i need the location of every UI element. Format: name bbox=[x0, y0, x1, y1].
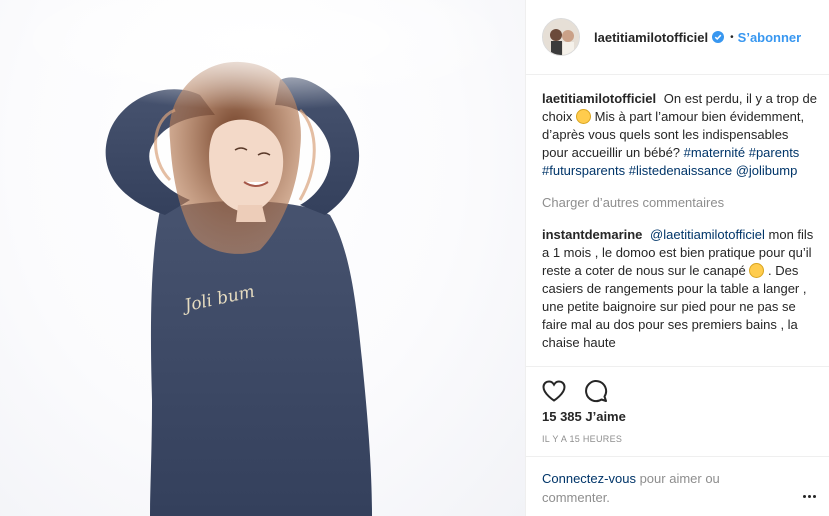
caption-username[interactable]: laetitiamilotofficiel bbox=[542, 91, 656, 106]
load-more-comments-link[interactable]: Charger d’autres commentaires bbox=[542, 194, 818, 212]
hashtag-futursparents[interactable]: #futursparents bbox=[542, 163, 625, 178]
follow-button[interactable]: S’abonner bbox=[738, 30, 802, 45]
login-link[interactable]: Connectez-vous bbox=[542, 471, 636, 486]
comment-icon bbox=[585, 380, 608, 403]
verified-badge-icon bbox=[712, 31, 725, 43]
comments-list[interactable]: laetitiamilotofficiel On est perdu, il y… bbox=[542, 90, 818, 366]
post-side-panel: laetitiamilotofficiel • S’abonner laetit… bbox=[525, 0, 829, 516]
action-bar bbox=[526, 367, 829, 407]
scream-emoji-icon bbox=[575, 109, 591, 124]
photo-woman-in-sweater: Joli bum bbox=[0, 0, 520, 516]
comment-username[interactable]: instantdemarine bbox=[542, 227, 642, 242]
separator-dot: • bbox=[730, 31, 734, 43]
likes-count[interactable]: 15 385 J’aime bbox=[526, 407, 829, 424]
post-header: laetitiamilotofficiel • S’abonner bbox=[526, 0, 829, 75]
more-options-icon[interactable] bbox=[803, 486, 819, 498]
list-item: instantdemarine @laetitiamilotofficiel m… bbox=[542, 226, 818, 352]
comment-button[interactable] bbox=[584, 377, 612, 405]
like-button[interactable] bbox=[542, 377, 570, 405]
actions-section: 15 385 J’aime IL Y A 15 HEURES bbox=[526, 366, 829, 444]
heart-icon bbox=[542, 380, 566, 402]
hashtag-maternite[interactable]: #maternité bbox=[684, 145, 745, 160]
hashtag-listedenaissance[interactable]: #listedenaissance bbox=[629, 163, 732, 178]
mention-jolibump[interactable]: @jolibump bbox=[736, 163, 798, 178]
login-prompt: Connectez-vous pour aimer ou commenter. bbox=[526, 456, 829, 516]
smile-emoji-icon bbox=[749, 263, 765, 278]
instagram-post: Joli bum laetitiamilotofficiel • S’abonn… bbox=[0, 0, 829, 516]
post-timestamp: IL Y A 15 HEURES bbox=[542, 434, 623, 444]
header-username[interactable]: laetitiamilotofficiel bbox=[594, 30, 708, 45]
avatar[interactable] bbox=[542, 18, 580, 56]
post-photo[interactable]: Joli bum bbox=[0, 0, 525, 516]
post-caption: laetitiamilotofficiel On est perdu, il y… bbox=[542, 90, 818, 180]
comment-mention[interactable]: @laetitiamilotofficiel bbox=[650, 227, 765, 242]
hashtag-parents[interactable]: #parents bbox=[749, 145, 800, 160]
